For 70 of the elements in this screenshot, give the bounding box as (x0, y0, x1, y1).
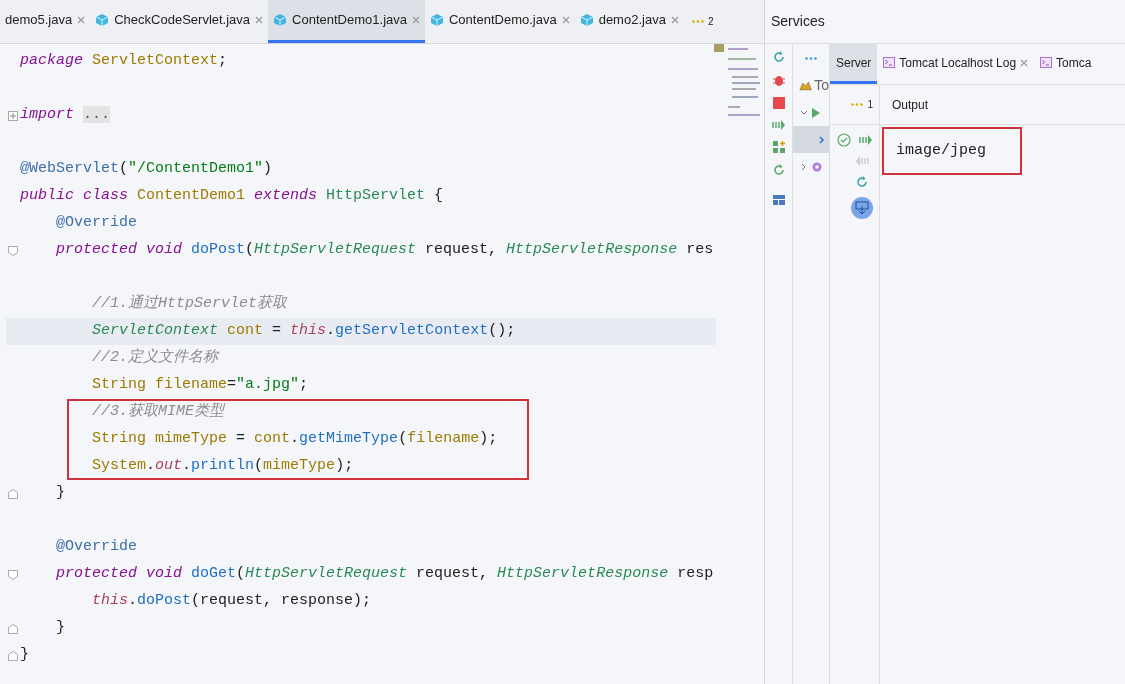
code-line: String filename="a.jpg"; (91, 375, 309, 396)
bug-icon[interactable] (771, 73, 786, 87)
service-tab[interactable]: Server (830, 44, 878, 84)
close-icon[interactable] (561, 16, 570, 24)
editor-tab[interactable]: CheckCodeServlet.java (90, 0, 269, 43)
editor-tab[interactable]: ContentDemo.java (425, 0, 575, 43)
code-line: ServletContext cont = this.getServletContext(); (91, 321, 516, 342)
deploy-icon[interactable] (771, 119, 786, 131)
gear-icon (811, 160, 823, 173)
panel-title: Services (771, 12, 825, 31)
code-line: } (20, 645, 29, 666)
code-line: @Override (55, 537, 138, 558)
service-tab[interactable]: Tomca (1034, 44, 1098, 84)
service-tab[interactable]: Tomcat Localhost Log (877, 44, 1035, 84)
code-line: import ... (20, 105, 111, 126)
code-line: System.out.println(mimeType); (91, 456, 354, 477)
code-line: protected void doPost(HttpServletRequest request, HttpServletResponse res (55, 240, 714, 261)
grid-add-icon[interactable] (771, 140, 786, 154)
stop-icon[interactable] (771, 96, 786, 110)
instance-count: 1 (867, 98, 873, 112)
fold-start-icon[interactable] (8, 245, 18, 256)
refresh-icon[interactable] (771, 163, 786, 177)
close-icon[interactable] (670, 16, 679, 24)
deploy-icon[interactable] (858, 134, 873, 146)
code-line: package ServletContext; (20, 51, 228, 72)
scroll-down-icon[interactable] (850, 197, 873, 219)
fold-end-icon[interactable] (8, 623, 18, 634)
cube-icon (273, 13, 288, 27)
code-line: } (55, 618, 65, 639)
check-circle-icon (836, 133, 851, 147)
cube-icon (430, 13, 444, 27)
close-icon[interactable] (1020, 58, 1029, 67)
cat-icon (799, 79, 813, 92)
console-icon (883, 57, 896, 68)
code-line: String mimeType = cont.getMimeType(filename); (91, 429, 498, 450)
code-line: //2.定义文件名称 (91, 347, 219, 369)
fold-end-icon[interactable] (8, 650, 18, 661)
more-icon[interactable] (851, 103, 864, 106)
code-line: } (55, 483, 65, 504)
close-icon[interactable] (255, 16, 264, 24)
close-icon[interactable] (412, 16, 420, 24)
refresh-icon[interactable] (854, 175, 869, 189)
output-header: Output (892, 96, 929, 114)
tab-overflow-count[interactable]: 2 (707, 14, 714, 29)
code-line: @Override (55, 213, 138, 234)
fold-end-icon[interactable] (8, 488, 18, 499)
code-line: protected void doGet(HttpServletRequest request, HttpServletResponse resp (55, 564, 714, 585)
code-line: //1.通过HttpServlet获取 (91, 293, 288, 315)
editor-tab[interactable]: demo2.java (574, 0, 684, 43)
output-line: image/jpeg (896, 140, 986, 161)
fold-plus-icon[interactable] (8, 110, 18, 121)
code-line: public class ContentDemo1 extends HttpServlet { (20, 186, 444, 207)
chevron-right-icon[interactable] (817, 134, 827, 145)
layout-icon[interactable] (771, 194, 786, 206)
cube-icon (95, 13, 110, 27)
undeploy-icon[interactable] (854, 155, 869, 167)
close-icon[interactable] (77, 16, 86, 24)
code-line: @WebServlet("/ContentDemo1") (20, 159, 273, 180)
code-line: //3.获取MIME类型 (91, 401, 225, 423)
fold-start-icon[interactable] (8, 569, 18, 580)
console-icon (1040, 57, 1053, 68)
tree-item[interactable]: To (793, 72, 829, 99)
rerun-icon[interactable] (771, 50, 786, 64)
editor-tab[interactable]: ContentDemo1.java (268, 0, 425, 43)
editor-tab[interactable]: demo5.java (0, 0, 91, 43)
cube-icon (579, 13, 594, 27)
play-icon (811, 106, 821, 119)
code-line: this.doPost(request, response); (91, 591, 372, 612)
more-icon[interactable] (691, 20, 704, 23)
more-icon[interactable] (805, 56, 817, 60)
